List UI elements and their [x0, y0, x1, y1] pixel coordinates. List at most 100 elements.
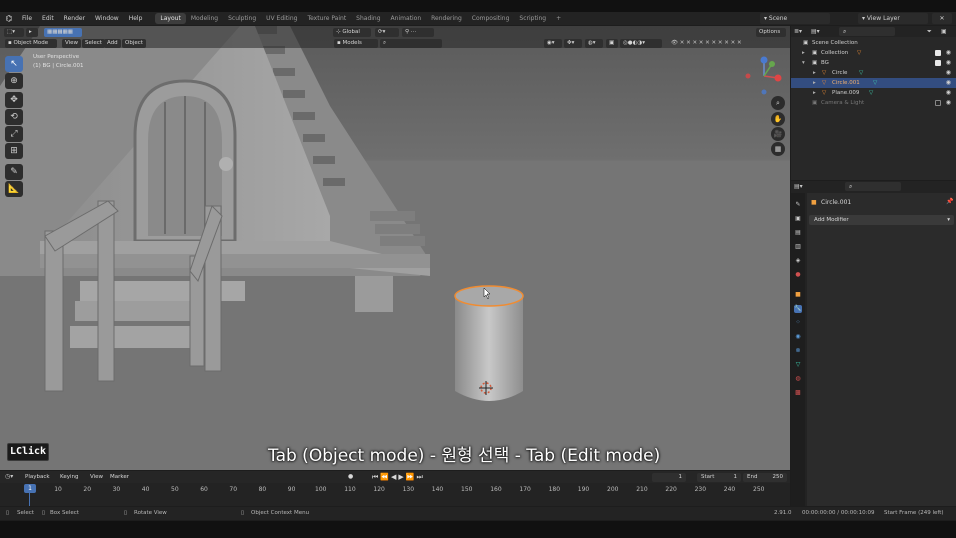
workspace-tab-shading[interactable]: Shading: [351, 13, 385, 24]
blender-logo-icon[interactable]: ⌬: [4, 14, 14, 24]
outliner-row-bg[interactable]: ▾ ▣ BG ◉: [791, 58, 956, 68]
world-tab-icon[interactable]: ●: [794, 271, 802, 279]
outliner-row-scene-collection[interactable]: ▣ Scene Collection: [791, 38, 956, 48]
outliner-editor-icon[interactable]: ≣▾: [794, 28, 802, 35]
select-tool-icon[interactable]: ↖: [5, 56, 23, 72]
viewport-menu-view[interactable]: View: [62, 39, 82, 48]
menu-edit[interactable]: Edit: [37, 15, 59, 22]
timeline-menu-marker[interactable]: Marker: [110, 474, 129, 480]
collapse-arrow-icon[interactable]: ▾: [802, 58, 805, 68]
transform-tool-icon[interactable]: ⊞: [5, 143, 23, 159]
perspective-grid-icon[interactable]: ▦: [771, 142, 785, 156]
view-layer-selector[interactable]: ▾ View Layer: [858, 13, 928, 24]
selection-mode-icon[interactable]: ▦▦▦▦▦: [44, 28, 82, 37]
viewport-menu-add[interactable]: Add: [104, 39, 121, 48]
exclude-checkbox[interactable]: [935, 60, 941, 66]
shading-mode-icons[interactable]: ◎●◐◑▾: [620, 39, 662, 48]
current-frame-field[interactable]: 1: [652, 473, 686, 482]
overlays-icon[interactable]: ◍▾: [585, 39, 603, 48]
close-icon[interactable]: ✕: [932, 13, 952, 24]
output-tab-icon[interactable]: ▤: [794, 229, 802, 237]
workspace-tab-scripting[interactable]: Scripting: [514, 13, 551, 24]
scene-selector[interactable]: ▾ Scene: [760, 13, 830, 24]
object-mode-dropdown[interactable]: ▪ Object Mode: [5, 39, 57, 48]
measure-tool-icon[interactable]: 📐: [5, 181, 23, 197]
camera-view-icon[interactable]: 🎥: [771, 127, 785, 141]
outliner-row-camera-light[interactable]: ▣ Camera & Light ◉: [791, 98, 956, 108]
transform-orientation-dropdown[interactable]: ⊹ Global: [333, 28, 371, 37]
eye-icon[interactable]: ◉: [946, 98, 951, 108]
workspace-tab-rendering[interactable]: Rendering: [426, 13, 467, 24]
workspace-tab-modeling[interactable]: Modeling: [186, 13, 223, 24]
texture-tab-icon[interactable]: ▩: [794, 389, 802, 397]
scene-tab-icon[interactable]: ◈: [794, 257, 802, 265]
viewport-menu-object[interactable]: Object: [122, 39, 146, 48]
render-tab-icon[interactable]: ▣: [794, 215, 802, 223]
add-modifier-dropdown[interactable]: Add Modifier ▾: [809, 215, 954, 225]
timeline-menu-playback[interactable]: Playback: [25, 474, 50, 480]
workspace-tab-uv-editing[interactable]: UV Editing: [261, 13, 302, 24]
snapping-icon[interactable]: ⚲ ⋯: [402, 28, 434, 37]
record-icon[interactable]: ●: [348, 473, 353, 480]
scale-tool-icon[interactable]: ⤢: [5, 126, 23, 142]
start-frame-field[interactable]: Start 1: [697, 473, 741, 482]
expand-arrow-icon[interactable]: ▸: [813, 78, 816, 88]
eye-icon[interactable]: ◉: [946, 48, 951, 58]
eye-icon[interactable]: ◉: [946, 88, 951, 98]
pan-hand-icon[interactable]: ✋: [771, 112, 785, 126]
add-workspace-button[interactable]: +: [551, 13, 566, 24]
exclude-checkbox[interactable]: [935, 50, 941, 56]
visibility-toggles[interactable]: 👁 ✕ ✕ ✕ ✕ ✕ ✕ ✕ ✕ ✕ ✕: [668, 39, 780, 48]
models-filter-dropdown[interactable]: ▪ Models: [334, 39, 378, 48]
outliner-search-input[interactable]: ⌕: [839, 27, 895, 36]
outliner-row-collection[interactable]: ▸ ▣ Collection ▽ ◉: [791, 48, 956, 58]
menu-file[interactable]: File: [17, 15, 37, 22]
physics-tab-icon[interactable]: ◉: [794, 333, 802, 341]
workspace-tab-animation[interactable]: Animation: [386, 13, 427, 24]
playback-controls-icon[interactable]: ⏮⏪◀▶⏩⏭: [372, 473, 425, 482]
workspace-tab-sculpting[interactable]: Sculpting: [223, 13, 261, 24]
pivot-point-icon[interactable]: ⟳▾: [375, 28, 399, 37]
pin-icon[interactable]: 📌: [946, 198, 953, 205]
particles-tab-icon[interactable]: ⁘: [794, 319, 802, 327]
filter-icon[interactable]: ⏷: [927, 28, 932, 36]
cursor-tool-icon[interactable]: ⊕: [5, 73, 23, 89]
expand-arrow-icon[interactable]: ▸: [813, 88, 816, 98]
3d-viewport[interactable]: ⬚▾ ▸ ▦▦▦▦▦ ▪ Object Mode View Select Add…: [0, 26, 790, 470]
view-object-types-icon[interactable]: ◉▾: [544, 39, 562, 48]
constraints-tab-icon[interactable]: ⊗: [794, 347, 802, 355]
annotate-tool-icon[interactable]: ✎: [5, 164, 23, 180]
material-tab-icon[interactable]: ◍: [794, 375, 802, 383]
data-tab-icon[interactable]: ▽: [794, 361, 802, 369]
rotate-tool-icon[interactable]: ⟲: [5, 109, 23, 125]
menu-help[interactable]: Help: [124, 15, 148, 22]
options-dropdown[interactable]: Options: [756, 28, 786, 37]
gizmo-icon[interactable]: ✥▾: [564, 39, 582, 48]
display-mode-icon[interactable]: ▤▾: [811, 28, 820, 35]
playhead[interactable]: 1: [24, 484, 36, 493]
workspace-tab-compositing[interactable]: Compositing: [467, 13, 515, 24]
outliner-row-plane-009[interactable]: ▸ ▽ Plane.009 ▽ ◉: [791, 88, 956, 98]
view-layer-tab-icon[interactable]: ▥: [794, 243, 802, 251]
properties-search-input[interactable]: ⌕: [845, 182, 901, 191]
tool-tab-icon[interactable]: ✎: [794, 201, 802, 209]
viewport-menu-select[interactable]: Select: [82, 39, 105, 48]
editor-type-icon[interactable]: ⬚▾: [4, 28, 24, 37]
tool-select-icon[interactable]: ▸: [26, 28, 38, 37]
menu-render[interactable]: Render: [59, 15, 90, 22]
properties-editor-icon[interactable]: ▤▾: [794, 183, 803, 190]
outliner-row-circle-001[interactable]: ▸ ▽ Circle.001 ▽ ◉: [791, 78, 956, 88]
expand-arrow-icon[interactable]: ▸: [813, 68, 816, 78]
new-collection-icon[interactable]: ▣: [941, 28, 947, 35]
modifier-tab-icon[interactable]: 🔧: [794, 305, 802, 313]
workspace-tab-texture-paint[interactable]: Texture Paint: [302, 13, 351, 24]
move-tool-icon[interactable]: ✥: [5, 92, 23, 108]
outliner-row-circle[interactable]: ▸ ▽ Circle ▽ ◉: [791, 68, 956, 78]
eye-icon[interactable]: ◉: [946, 68, 951, 78]
eye-icon[interactable]: ◉: [946, 78, 951, 88]
xray-icon[interactable]: ▣: [606, 39, 618, 48]
timeline-menu-view[interactable]: View: [90, 474, 103, 480]
zoom-icon[interactable]: ⌕: [771, 96, 785, 110]
viewport-search-input[interactable]: ⌕: [380, 39, 442, 48]
menu-window[interactable]: Window: [90, 15, 124, 22]
